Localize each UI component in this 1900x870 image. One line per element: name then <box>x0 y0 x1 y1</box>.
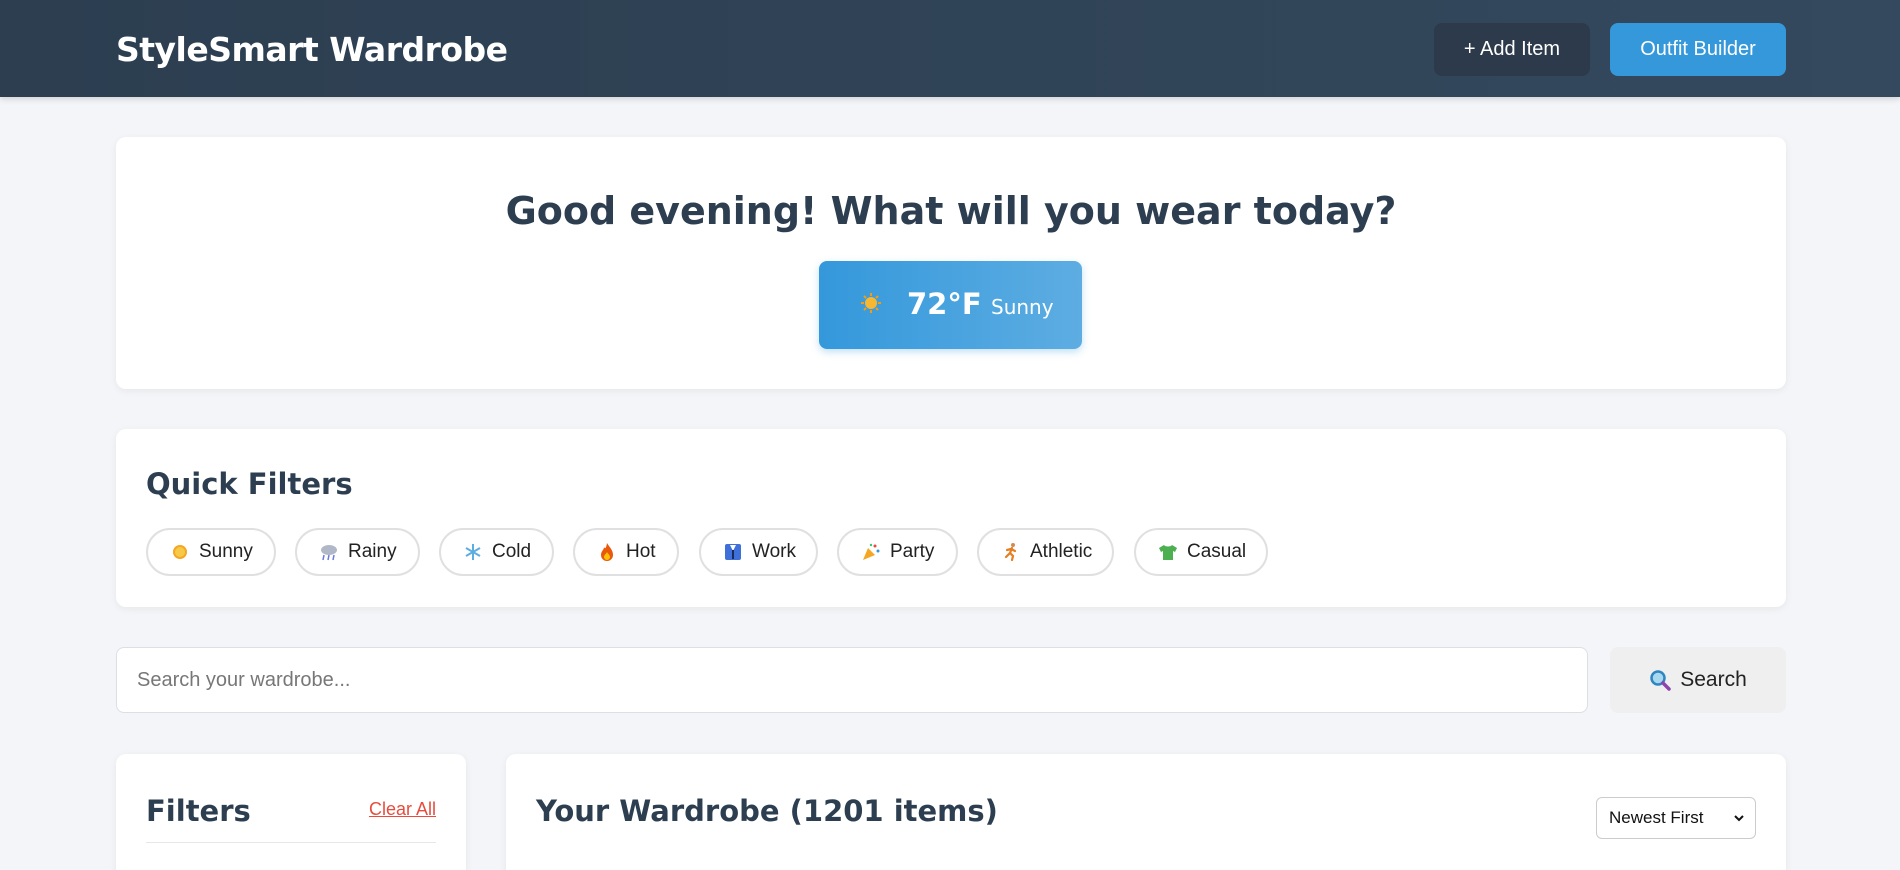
tshirt-icon <box>1159 545 1177 560</box>
chevron-down-icon <box>1734 815 1744 822</box>
chip-label: Party <box>890 541 935 562</box>
wardrobe-title: Your Wardrobe (1201 items) <box>536 794 998 828</box>
chip-label: Hot <box>626 541 656 562</box>
chip-casual[interactable]: Casual <box>1134 528 1268 576</box>
chip-rainy[interactable]: Rainy <box>295 528 420 576</box>
runner-icon <box>1004 543 1017 562</box>
wardrobe-search-input[interactable] <box>116 647 1588 713</box>
sort-select[interactable]: Newest First <box>1596 797 1756 839</box>
add-item-button[interactable]: + Add Item <box>1434 23 1590 76</box>
weather-temperature: 72°F <box>907 287 982 321</box>
party-popper-icon <box>863 543 880 560</box>
chip-sunny[interactable]: Sunny <box>146 528 276 576</box>
filters-sidebar: Filters Clear All <box>116 754 466 870</box>
snowflake-icon <box>465 544 481 560</box>
brand-logo[interactable]: StyleSmart Wardrobe <box>116 30 508 69</box>
chip-work[interactable]: Work <box>699 528 818 576</box>
weather-widget: 72°F Sunny <box>819 261 1082 349</box>
search-button-label: Search <box>1680 668 1747 691</box>
chip-hot[interactable]: Hot <box>573 528 679 576</box>
divider <box>146 842 436 843</box>
quick-filters-card: Quick Filters Sunny Rainy Cold Hot Work … <box>116 429 1786 607</box>
chip-label: Cold <box>492 541 532 562</box>
chip-label: Casual <box>1187 541 1247 562</box>
sun-icon <box>861 293 881 313</box>
chip-label: Athletic <box>1030 541 1093 562</box>
chip-label: Sunny <box>199 541 253 562</box>
magnifier-icon <box>1650 670 1671 691</box>
greeting-heading: Good evening! What will you wear today? <box>505 189 1397 233</box>
suit-icon <box>725 544 741 560</box>
chip-athletic[interactable]: Athletic <box>977 528 1114 576</box>
chip-cold[interactable]: Cold <box>439 528 554 576</box>
top-navbar: StyleSmart Wardrobe + Add Item Outfit Bu… <box>0 0 1900 97</box>
search-button[interactable]: Search <box>1610 647 1786 713</box>
rain-cloud-icon <box>321 545 337 561</box>
quick-filters-title: Quick Filters <box>146 467 353 501</box>
filters-title: Filters <box>146 794 251 828</box>
chip-label: Work <box>752 541 796 562</box>
outfit-builder-button[interactable]: Outfit Builder <box>1610 23 1786 76</box>
sort-selected-value: Newest First <box>1609 808 1704 827</box>
chip-label: Rainy <box>348 541 397 562</box>
fire-icon <box>601 543 613 561</box>
greeting-card: Good evening! What will you wear today? … <box>116 137 1786 389</box>
clear-all-link[interactable]: Clear All <box>369 799 436 820</box>
weather-condition: Sunny <box>991 295 1054 319</box>
wardrobe-panel: Your Wardrobe (1201 items) Newest First <box>506 754 1786 870</box>
chip-party[interactable]: Party <box>837 528 958 576</box>
sun-icon <box>173 545 187 559</box>
